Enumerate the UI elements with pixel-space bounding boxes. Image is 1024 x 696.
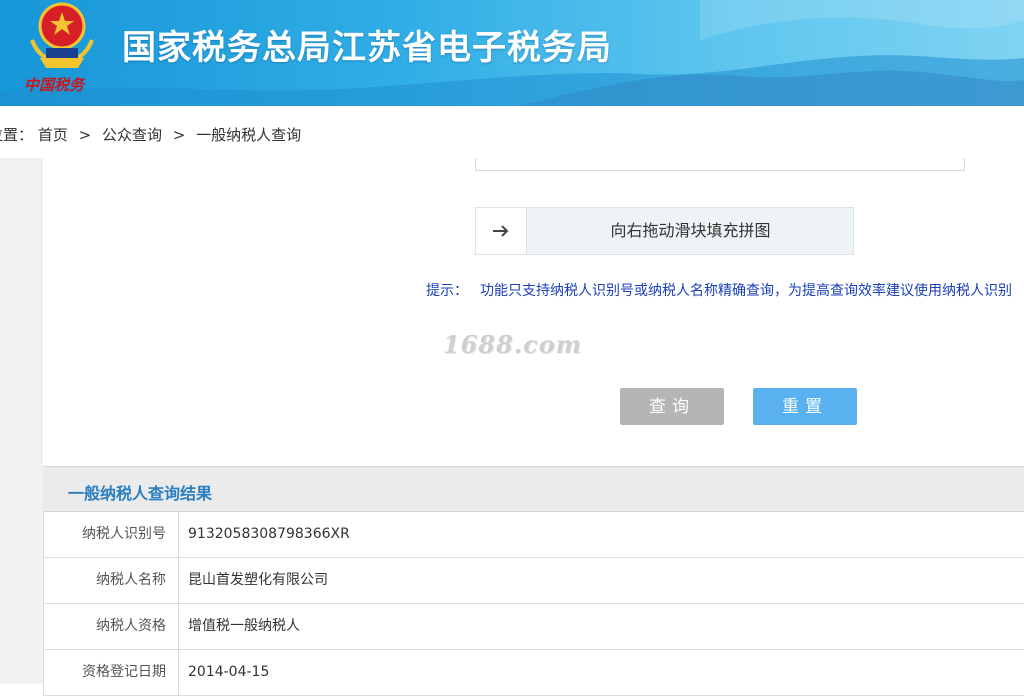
table-row: 资格登记日期 2014-04-15 bbox=[43, 650, 1024, 696]
query-tip: 提示： 功能只支持纳税人识别号或纳税人名称精确查询，为提高查询效率建议使用纳税人识… bbox=[426, 280, 1012, 300]
taxpayer-id-input[interactable] bbox=[475, 158, 965, 171]
tip-label: 提示： bbox=[426, 283, 468, 299]
result-header: 一般纳税人查询结果 bbox=[43, 467, 1024, 512]
row-label: 纳税人识别号 bbox=[44, 512, 179, 557]
table-row: 纳税人资格 增值税一般纳税人 bbox=[43, 604, 1024, 650]
content-panel: 向右拖动滑块填充拼图 提示： 功能只支持纳税人识别号或纳税人名称精确查询，为提高查… bbox=[43, 158, 1024, 696]
slider-captcha[interactable]: 向右拖动滑块填充拼图 bbox=[475, 207, 854, 255]
row-value: 2014-04-15 bbox=[188, 664, 270, 680]
table-row: 纳税人名称 昆山首发塑化有限公司 bbox=[43, 558, 1024, 604]
breadcrumb-separator: > bbox=[78, 126, 92, 144]
tip-text: 功能只支持纳税人识别号或纳税人名称精确查询，为提高查询效率建议使用纳税人识别 bbox=[480, 283, 1012, 299]
breadcrumb-separator: > bbox=[172, 126, 186, 144]
row-value: 昆山首发塑化有限公司 bbox=[188, 572, 328, 588]
row-label: 资格登记日期 bbox=[44, 650, 179, 695]
breadcrumb-home[interactable]: 首页 bbox=[38, 126, 68, 144]
result-table: 一般纳税人查询结果 纳税人识别号 9132058308798366XR 纳税人名… bbox=[43, 466, 1024, 696]
breadcrumb-public-query[interactable]: 公众查询 bbox=[102, 126, 162, 144]
row-value: 增值税一般纳税人 bbox=[188, 618, 300, 634]
row-label: 纳税人名称 bbox=[44, 558, 179, 603]
breadcrumb-prefix: 位置： bbox=[0, 126, 34, 144]
breadcrumb-current: 一般纳税人查询 bbox=[196, 126, 302, 144]
site-title: 国家税务总局江苏省电子税务局 bbox=[122, 28, 612, 68]
reset-button[interactable]: 重置 bbox=[753, 388, 857, 425]
watermark: 1688.com bbox=[443, 330, 583, 359]
breadcrumb: 位置： 首页 > 公众查询 > 一般纳税人查询 bbox=[0, 106, 1024, 158]
table-row: 纳税人识别号 9132058308798366XR bbox=[43, 512, 1024, 558]
result-title: 一般纳税人查询结果 bbox=[68, 484, 213, 503]
header-banner: 中国税务 国家税务总局江苏省电子税务局 bbox=[0, 0, 1024, 106]
emblem-caption: 中国税务 bbox=[24, 76, 85, 94]
row-label: 纳税人资格 bbox=[44, 604, 179, 649]
row-value: 9132058308798366XR bbox=[188, 526, 350, 542]
query-button[interactable]: 查询 bbox=[620, 388, 724, 425]
page-area: 向右拖动滑块填充拼图 提示： 功能只支持纳税人识别号或纳税人名称精确查询，为提高查… bbox=[0, 158, 1024, 696]
slider-handle[interactable] bbox=[476, 208, 527, 254]
slider-instruction: 向右拖动滑块填充拼图 bbox=[610, 221, 771, 240]
arrow-right-icon bbox=[493, 225, 509, 237]
